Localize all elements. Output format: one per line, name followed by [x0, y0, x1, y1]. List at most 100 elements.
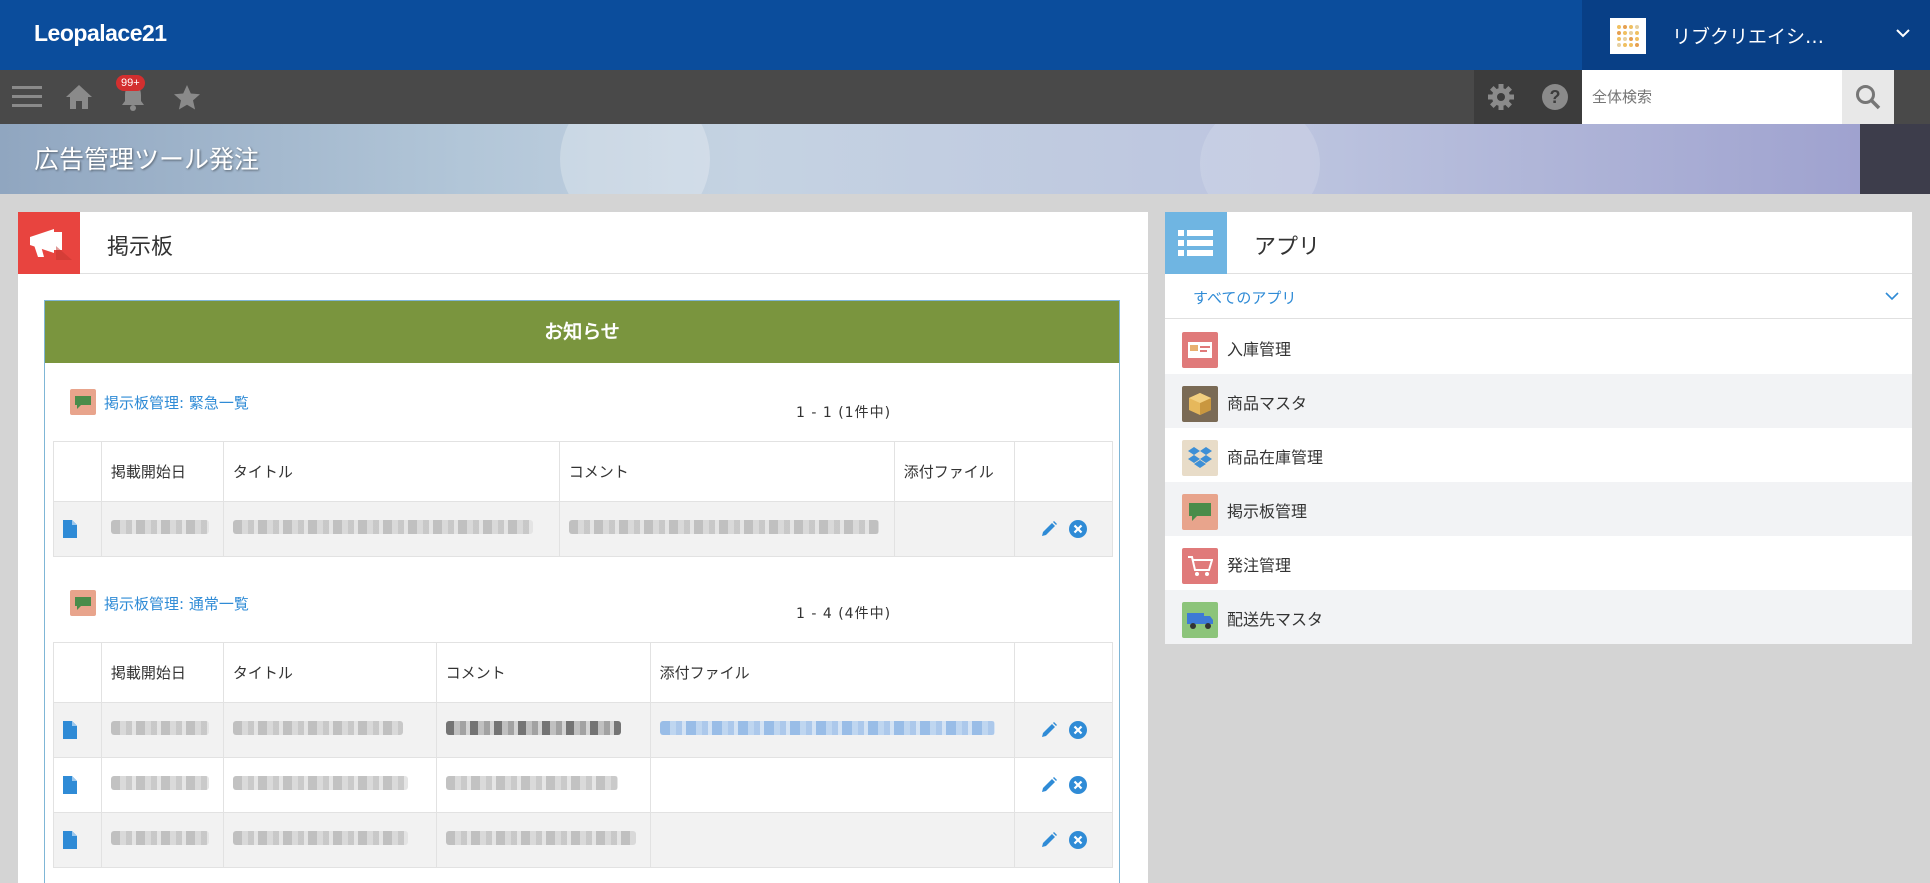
- search-icon: [1856, 85, 1881, 110]
- normal-pager: 1 - 4 (4件中): [796, 606, 892, 622]
- edit-button[interactable]: [1037, 828, 1061, 852]
- pencil-icon: [1042, 832, 1058, 847]
- document-icon[interactable]: [63, 776, 77, 795]
- account-avatar: [1610, 18, 1646, 54]
- app-item-label: 発注管理: [1227, 556, 1292, 575]
- pencil-icon: [1042, 722, 1058, 737]
- document-icon[interactable]: [63, 831, 77, 850]
- star-icon[interactable]: [160, 70, 214, 124]
- urgent-pager: 1 - 1 (1件中): [796, 405, 892, 421]
- speech-bubble-icon: [70, 389, 96, 415]
- row-attachment: [649, 812, 1016, 868]
- edit-button[interactable]: [1037, 718, 1061, 742]
- truck-icon: [1182, 602, 1218, 638]
- search-input[interactable]: [1582, 70, 1842, 124]
- close-circle-icon: [1069, 776, 1088, 794]
- document-icon[interactable]: [63, 520, 77, 539]
- app-item-label: 商品マスタ: [1227, 394, 1308, 413]
- delete-button[interactable]: [1066, 517, 1090, 541]
- urgent-list-link-label: 掲示板管理: 緊急一覧: [104, 393, 249, 412]
- pencil-icon: [1042, 777, 1058, 792]
- svg-text:?: ?: [1550, 87, 1561, 107]
- row-start-date: [100, 702, 224, 758]
- page-title: 広告管理ツール発注: [34, 145, 260, 174]
- cart-icon: [1182, 548, 1218, 584]
- pencil-icon: [1042, 521, 1058, 536]
- megaphone-icon: [18, 212, 80, 274]
- app-item-product-stock[interactable]: 商品在庫管理: [1165, 428, 1912, 482]
- list-icon: [1165, 212, 1227, 274]
- row-actions: [1014, 501, 1113, 557]
- delete-button[interactable]: [1066, 718, 1090, 742]
- apps-panel-header: アプリ: [1165, 212, 1912, 274]
- close-circle-icon: [1069, 520, 1088, 538]
- table-header-row: 掲載開始日 タイトル コメント 添付ファイル: [53, 441, 1113, 502]
- table-header-row: 掲載開始日 タイトル コメント 添付ファイル: [53, 642, 1113, 703]
- table-row: [53, 812, 1113, 868]
- row-title: [222, 702, 437, 758]
- chevron-down-icon: [1896, 29, 1910, 38]
- edit-button[interactable]: [1037, 517, 1061, 541]
- icon-column-header: [53, 441, 102, 502]
- document-icon[interactable]: [63, 721, 77, 740]
- apps-panel: アプリ すべてのアプリ 入庫管理 商品マスタ 商品在庫管理 掲示板管理 発注管理…: [1165, 212, 1912, 644]
- delete-button[interactable]: [1066, 773, 1090, 797]
- actions-column-header: [1014, 642, 1113, 703]
- row-comment: [435, 757, 651, 813]
- speech-bubble-icon: [70, 590, 96, 616]
- menu-icon[interactable]: [0, 70, 54, 124]
- bulletin-title: 掲示板: [107, 235, 174, 260]
- notice-header: お知らせ: [45, 301, 1119, 363]
- app-filter-label: すべてのアプリ: [1193, 289, 1297, 307]
- app-item-label: 入庫管理: [1227, 340, 1292, 359]
- app-item-label: 配送先マスタ: [1227, 610, 1324, 629]
- banner-side-block: [1860, 124, 1930, 194]
- delete-button[interactable]: [1066, 828, 1090, 852]
- column-header-start-date: 掲載開始日: [100, 441, 224, 502]
- table-row: [53, 757, 1113, 813]
- normal-table: 掲載開始日 タイトル コメント 添付ファイル: [53, 642, 1113, 868]
- app-item-product-master[interactable]: 商品マスタ: [1165, 374, 1912, 428]
- close-circle-icon: [1069, 721, 1088, 739]
- account-menu[interactable]: リブクリエイシ…: [1582, 0, 1930, 70]
- search-button[interactable]: [1842, 70, 1894, 124]
- app-filter-dropdown[interactable]: すべてのアプリ: [1165, 274, 1912, 319]
- row-title: [222, 501, 560, 557]
- row-actions: [1014, 757, 1113, 813]
- row-icon-cell: [53, 702, 102, 758]
- urgent-table: 掲載開始日 タイトル コメント 添付ファイル: [53, 441, 1113, 557]
- app-item-label: 掲示板管理: [1227, 502, 1308, 521]
- row-comment: [435, 812, 651, 868]
- app-item-inventory-in[interactable]: 入庫管理: [1165, 320, 1912, 374]
- app-item-bulletin-management[interactable]: 掲示板管理: [1165, 482, 1912, 536]
- edit-button[interactable]: [1037, 773, 1061, 797]
- column-header-title: タイトル: [222, 441, 560, 502]
- close-circle-icon: [1069, 831, 1088, 849]
- gear-icon[interactable]: [1474, 70, 1528, 124]
- row-comment: [558, 501, 895, 557]
- app-item-delivery-master[interactable]: 配送先マスタ: [1165, 590, 1912, 644]
- row-attachment: [893, 501, 1016, 557]
- urgent-list-link[interactable]: 掲示板管理: 緊急一覧: [70, 389, 249, 415]
- row-title: [222, 757, 437, 813]
- row-icon-cell: [53, 757, 102, 813]
- help-icon[interactable]: ?: [1528, 70, 1582, 124]
- leopalace-logo[interactable]: Leopalace21: [34, 20, 167, 47]
- column-header-attachment: 添付ファイル: [649, 642, 1016, 703]
- row-icon-cell: [53, 501, 102, 557]
- icon-column-header: [53, 642, 102, 703]
- app-item-order-management[interactable]: 発注管理: [1165, 536, 1912, 590]
- row-comment: [435, 702, 651, 758]
- inventory-card-icon: [1182, 332, 1218, 368]
- table-row: [53, 702, 1113, 758]
- table-row: [53, 501, 1113, 557]
- home-icon[interactable]: [52, 70, 106, 124]
- row-actions: [1014, 812, 1113, 868]
- row-start-date: [100, 501, 224, 557]
- account-name: リブクリエイシ…: [1672, 26, 1825, 48]
- column-header-start-date: 掲載開始日: [100, 642, 224, 703]
- row-attachment[interactable]: [649, 702, 1016, 758]
- row-attachment: [649, 757, 1016, 813]
- column-header-title: タイトル: [222, 642, 437, 703]
- normal-list-link[interactable]: 掲示板管理: 通常一覧: [70, 590, 249, 616]
